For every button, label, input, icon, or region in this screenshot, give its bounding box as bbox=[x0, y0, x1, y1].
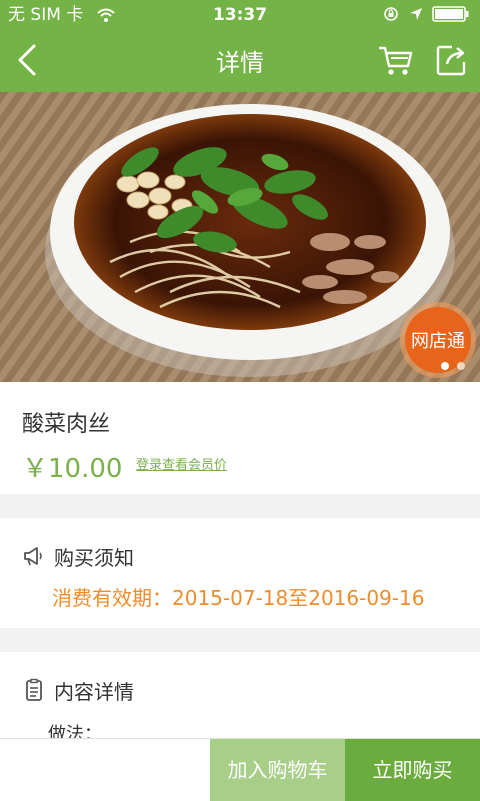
location-arrow-icon bbox=[410, 8, 422, 20]
notice-title: 购买须知 bbox=[54, 546, 134, 570]
document-icon bbox=[26, 678, 42, 701]
battery-icon bbox=[432, 6, 469, 22]
purchase-notice-card: 购买须知 消费有效期：2015-07-18至2016-09-16 bbox=[0, 518, 480, 628]
share-icon bbox=[436, 45, 466, 76]
megaphone-icon bbox=[24, 547, 42, 566]
status-icons bbox=[382, 5, 470, 23]
share-button[interactable] bbox=[434, 42, 470, 78]
badge-text: 网店通 bbox=[411, 331, 465, 352]
cart-icon bbox=[379, 46, 413, 75]
app-header: 无 SIM 卡 13:37 详情 bbox=[0, 0, 480, 92]
cart-button[interactable] bbox=[376, 42, 416, 78]
store-badge: 网店通 bbox=[398, 300, 478, 380]
carousel-dot[interactable] bbox=[457, 362, 465, 370]
rotation-lock-icon bbox=[384, 7, 398, 21]
detail-title: 内容详情 bbox=[54, 680, 134, 704]
product-name: 酸菜肉丝 bbox=[22, 412, 111, 437]
carousel-dots bbox=[441, 362, 465, 370]
product-info-card: 酸菜肉丝 ￥10.00 登录查看会员价 bbox=[0, 382, 480, 494]
wifi-icon bbox=[97, 8, 115, 22]
buy-now-button[interactable]: 立即购买 bbox=[345, 739, 480, 801]
validity-period: 消费有效期：2015-07-18至2016-09-16 bbox=[52, 586, 425, 610]
member-price-link[interactable]: 登录查看会员价 bbox=[136, 454, 227, 473]
carousel-dot-active[interactable] bbox=[441, 362, 449, 370]
product-price: ￥10.00 bbox=[22, 454, 123, 484]
nav-bar: 详情 bbox=[0, 30, 480, 92]
status-bar: 无 SIM 卡 13:37 bbox=[0, 0, 480, 30]
bottom-action-bar: 加入购物车 立即购买 bbox=[0, 738, 480, 801]
add-to-cart-button[interactable]: 加入购物车 bbox=[210, 739, 345, 801]
